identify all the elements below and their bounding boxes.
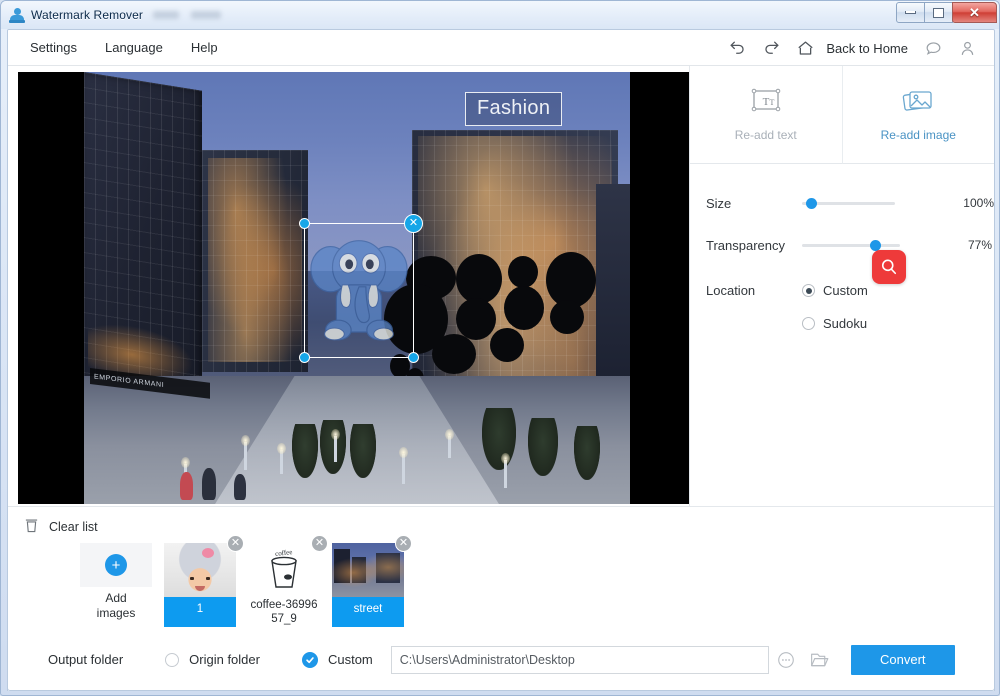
watermark-options: Size 100% Transparency 77% bbox=[690, 164, 994, 340]
thumbnail-list: + Add images ✕ 1 ✕ bbox=[8, 537, 994, 621]
image-stack-icon bbox=[901, 87, 935, 120]
custom-folder-label: Custom bbox=[328, 652, 373, 667]
main-row: EMPORIO ARMANI bbox=[8, 66, 994, 506]
transparency-slider-track bbox=[802, 244, 900, 247]
svg-text:T: T bbox=[769, 98, 774, 107]
size-row: Size 100% bbox=[690, 182, 994, 224]
ellipsis-icon[interactable] bbox=[769, 645, 803, 675]
right-settings-panel: T T Re-add text bbox=[689, 66, 994, 506]
client-area: Settings Language Help bbox=[7, 29, 995, 691]
tab-readd-text-label: Re-add text bbox=[735, 128, 797, 142]
maximize-icon bbox=[933, 8, 944, 18]
window-title: Watermark Remover bbox=[31, 8, 143, 22]
preview-wrapper: EMPORIO ARMANI bbox=[8, 66, 689, 506]
minimize-icon bbox=[905, 11, 916, 14]
close-icon: ✕ bbox=[969, 6, 980, 19]
add-images-label: Add images bbox=[97, 591, 136, 621]
user-account-icon[interactable] bbox=[950, 30, 984, 66]
readd-tabs: T T Re-add text bbox=[690, 66, 994, 164]
thumbnail-item-coffee[interactable]: ✕ coffee coffee-3699657_9 bbox=[248, 543, 320, 621]
redo-icon[interactable] bbox=[754, 30, 788, 66]
clear-list-button[interactable]: Clear list bbox=[8, 507, 994, 537]
building-left bbox=[84, 72, 202, 421]
resize-handle-bottom-left[interactable] bbox=[299, 352, 310, 363]
location-custom-row: Location Custom bbox=[690, 274, 994, 307]
menu-bar: Settings Language Help bbox=[8, 30, 994, 66]
toolbar-right: Back to Home bbox=[720, 30, 984, 66]
tab-readd-text[interactable]: T T Re-add text bbox=[690, 66, 842, 164]
transparency-row: Transparency 77% bbox=[690, 224, 994, 266]
home-icon[interactable] bbox=[788, 30, 822, 66]
text-watermark-fashion[interactable]: Fashion bbox=[465, 92, 562, 126]
app-user-icon bbox=[9, 7, 25, 23]
window-controls: ✕ bbox=[897, 2, 997, 23]
transparency-slider-knob[interactable] bbox=[870, 240, 881, 251]
svg-text:coffee: coffee bbox=[275, 548, 293, 558]
transparency-label: Transparency bbox=[706, 238, 802, 253]
image-watermark-selection[interactable]: ✕ bbox=[304, 223, 414, 358]
menu-language[interactable]: Language bbox=[91, 30, 177, 66]
thumbnail-caption: 1 bbox=[164, 596, 236, 627]
thumbnail-image-baby bbox=[164, 543, 236, 597]
image-list-strip: Clear list + Add images ✕ bbox=[8, 506, 994, 646]
radio-location-sudoku-label: Sudoku bbox=[823, 316, 867, 331]
location-label: Location bbox=[706, 283, 802, 298]
clear-list-label: Clear list bbox=[49, 520, 98, 534]
plus-icon: + bbox=[105, 554, 127, 576]
resize-handle-top-left[interactable] bbox=[299, 218, 310, 229]
building-middle bbox=[202, 150, 308, 372]
text-box-icon: T T bbox=[749, 87, 783, 120]
thumbnail-caption: coffee-3699657_9 bbox=[248, 597, 320, 627]
radio-custom-folder[interactable] bbox=[302, 652, 318, 668]
thumbnail-item-street[interactable]: ✕ street bbox=[332, 543, 404, 621]
output-folder-label: Output folder bbox=[48, 652, 123, 667]
elephant-cartoon-icon bbox=[305, 224, 413, 357]
resize-handle-bottom-right[interactable] bbox=[408, 352, 419, 363]
close-button[interactable]: ✕ bbox=[952, 2, 997, 23]
radio-location-sudoku[interactable] bbox=[802, 317, 815, 330]
menu-help[interactable]: Help bbox=[177, 30, 232, 66]
thumbnail-remove-icon[interactable]: ✕ bbox=[311, 535, 328, 552]
image-preview-canvas[interactable]: EMPORIO ARMANI bbox=[18, 72, 696, 504]
app-window: Watermark Remover ✕ Settings Language He… bbox=[0, 0, 1000, 696]
thumbnail-item-baby[interactable]: ✕ 1 bbox=[164, 543, 236, 621]
thumbnail-remove-icon[interactable]: ✕ bbox=[395, 535, 412, 552]
tab-readd-image-label: Re-add image bbox=[881, 128, 956, 142]
convert-button[interactable]: Convert bbox=[851, 645, 955, 675]
transparency-value: 77% bbox=[968, 238, 992, 252]
size-slider[interactable] bbox=[802, 196, 895, 210]
minimize-button[interactable] bbox=[896, 2, 925, 23]
thumbnail-caption: street bbox=[332, 596, 404, 627]
title-blurred-text bbox=[153, 11, 221, 19]
magnifier-zoom-button[interactable] bbox=[872, 250, 906, 284]
thumbnail-image-coffee: coffee bbox=[248, 543, 320, 597]
thumbnail-image-street bbox=[332, 543, 404, 597]
add-images-button[interactable]: + Add images bbox=[80, 543, 152, 621]
thumbnail-remove-icon[interactable]: ✕ bbox=[227, 535, 244, 552]
title-bar: Watermark Remover ✕ bbox=[1, 1, 999, 29]
folder-open-icon[interactable] bbox=[803, 645, 837, 675]
size-value: 100% bbox=[963, 196, 994, 210]
back-to-home-button[interactable]: Back to Home bbox=[822, 41, 916, 56]
tab-readd-image[interactable]: Re-add image bbox=[842, 66, 995, 164]
output-bar: Output folder Origin folder Custom C:\Us… bbox=[7, 629, 995, 691]
location-sudoku-row: Sudoku bbox=[690, 307, 994, 340]
maximize-button[interactable] bbox=[924, 2, 953, 23]
size-label: Size bbox=[706, 196, 802, 211]
chat-bubble-icon[interactable] bbox=[916, 30, 950, 66]
trash-icon bbox=[24, 517, 39, 537]
radio-origin-folder[interactable] bbox=[165, 653, 179, 667]
origin-folder-label: Origin folder bbox=[189, 652, 260, 667]
custom-folder-option[interactable]: Custom bbox=[302, 652, 373, 668]
remove-watermark-close-icon[interactable]: ✕ bbox=[404, 214, 423, 233]
size-slider-knob[interactable] bbox=[806, 198, 817, 209]
undo-icon[interactable] bbox=[720, 30, 754, 66]
radio-location-custom[interactable] bbox=[802, 284, 815, 297]
building-far-right bbox=[596, 184, 630, 394]
origin-folder-option[interactable]: Origin folder bbox=[165, 652, 260, 667]
menu-settings[interactable]: Settings bbox=[16, 30, 91, 66]
output-path-input[interactable]: C:\Users\Administrator\Desktop bbox=[391, 646, 769, 674]
radio-location-custom-label: Custom bbox=[823, 283, 868, 298]
add-images-box[interactable]: + bbox=[80, 543, 152, 587]
